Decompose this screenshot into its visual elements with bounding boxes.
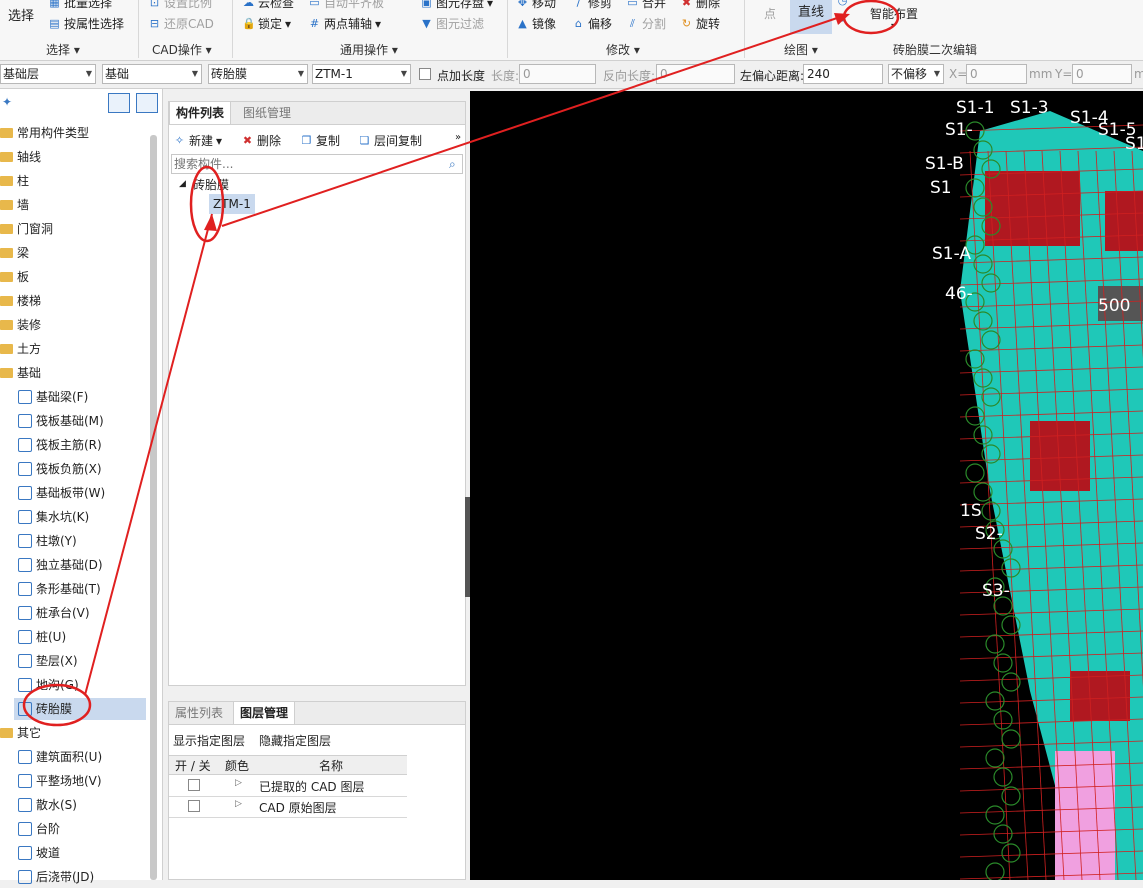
callout-smart-layout <box>842 0 900 35</box>
annotation-overlay <box>22 0 900 727</box>
arrow-to-smart-layout <box>221 14 847 227</box>
arrow-to-ztm1 <box>84 213 213 696</box>
callout-membrane <box>22 683 92 727</box>
arrow-head <box>834 13 850 25</box>
